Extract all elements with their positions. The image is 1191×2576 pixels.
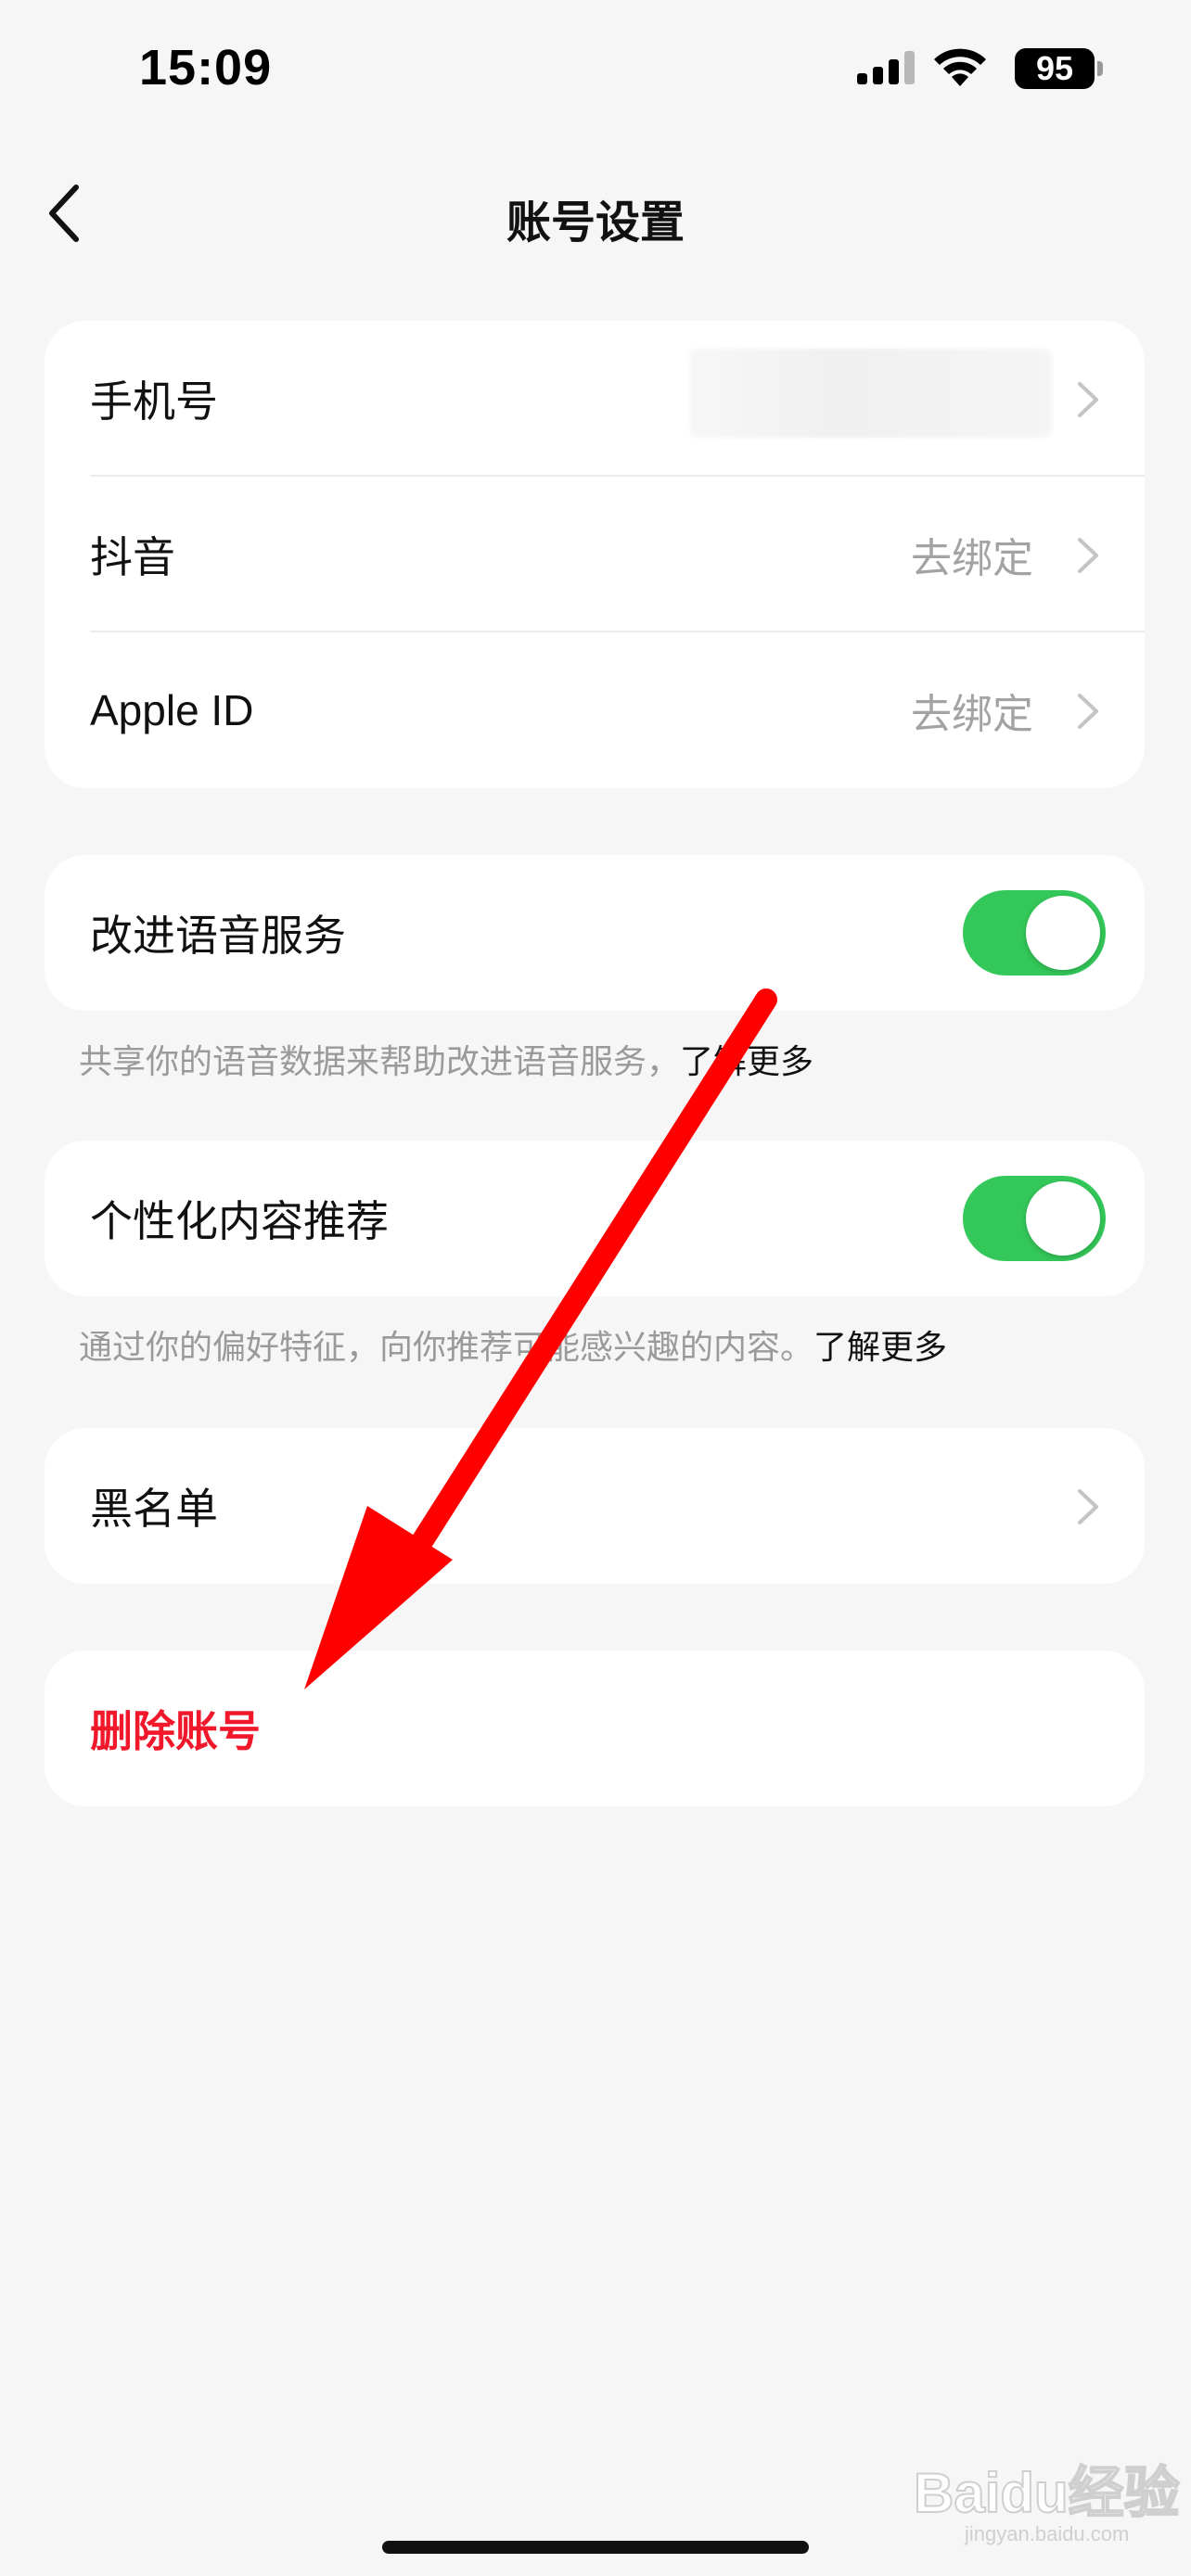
douyin-label: 抖音 — [90, 532, 175, 582]
account-settings-screen: 15:09 95 账号设置 手机号 抖音 去绑定 Apple ID 去绑定 改进… — [0, 0, 1191, 2576]
baidu-watermark-url: jingyan.baidu.com — [965, 2522, 1130, 2545]
cellular-signal-icon — [857, 51, 915, 84]
personalized-content-card: 个性化内容推荐 — [45, 1141, 1145, 1296]
blacklist-label: 黑名单 — [90, 1484, 218, 1534]
apple-id-label: Apple ID — [90, 686, 254, 734]
blacklist-row[interactable]: 黑名单 — [45, 1428, 1145, 1584]
blacklist-card: 黑名单 — [45, 1428, 1145, 1584]
personalized-content-note: 通过你的偏好特征，向你推荐可能感兴趣的内容。了解更多 — [79, 1320, 947, 1369]
battery-indicator: 95 — [1015, 48, 1095, 89]
phone-number-value-redacted — [690, 349, 1052, 438]
wifi-icon — [934, 48, 986, 86]
douyin-row[interactable]: 抖音 去绑定 — [45, 477, 1145, 632]
voice-service-row: 改进语音服务 — [45, 855, 1145, 1011]
personalized-content-note-text: 通过你的偏好特征，向你推荐可能感兴趣的内容。 — [79, 1329, 814, 1367]
page-title: 账号设置 — [506, 197, 685, 249]
douyin-bind-status: 去绑定 — [911, 535, 1033, 582]
voice-service-card: 改进语音服务 — [45, 855, 1145, 1011]
delete-account-button[interactable]: 删除账号 — [45, 1651, 1145, 1806]
chevron-right-icon — [1078, 538, 1098, 573]
toggle-knob — [1026, 1181, 1100, 1256]
personalized-content-label: 个性化内容推荐 — [90, 1196, 389, 1246]
voice-service-learn-more-link[interactable]: 了解更多 — [680, 1043, 813, 1081]
apple-id-bind-status: 去绑定 — [911, 691, 1033, 738]
delete-account-label: 删除账号 — [90, 1706, 261, 1756]
personalized-learn-more-link[interactable]: 了解更多 — [813, 1329, 947, 1367]
apple-id-row[interactable]: Apple ID 去绑定 — [45, 632, 1145, 788]
account-binding-card: 手机号 抖音 去绑定 Apple ID 去绑定 — [45, 321, 1145, 788]
voice-service-note: 共享你的语音数据来帮助改进语音服务，了解更多 — [79, 1035, 813, 1083]
voice-service-label: 改进语音服务 — [90, 911, 346, 961]
delete-account-card: 删除账号 — [45, 1651, 1145, 1806]
voice-service-note-text: 共享你的语音数据来帮助改进语音服务， — [79, 1043, 681, 1081]
phone-number-label: 手机号 — [90, 376, 218, 427]
personalized-content-row: 个性化内容推荐 — [45, 1141, 1145, 1296]
baidu-watermark-logo: Baidu经验 — [913, 2461, 1181, 2525]
chevron-right-icon — [1078, 382, 1098, 417]
status-time: 15:09 — [139, 40, 273, 96]
personalized-content-toggle[interactable] — [963, 1176, 1106, 1261]
voice-service-toggle[interactable] — [963, 890, 1106, 976]
chevron-right-icon — [1078, 1489, 1098, 1524]
status-icons — [855, 45, 989, 91]
phone-number-row[interactable]: 手机号 — [45, 321, 1145, 477]
home-indicator[interactable] — [382, 2541, 809, 2554]
toggle-knob — [1026, 896, 1100, 970]
chevron-right-icon — [1078, 694, 1098, 729]
battery-tip — [1097, 61, 1103, 76]
